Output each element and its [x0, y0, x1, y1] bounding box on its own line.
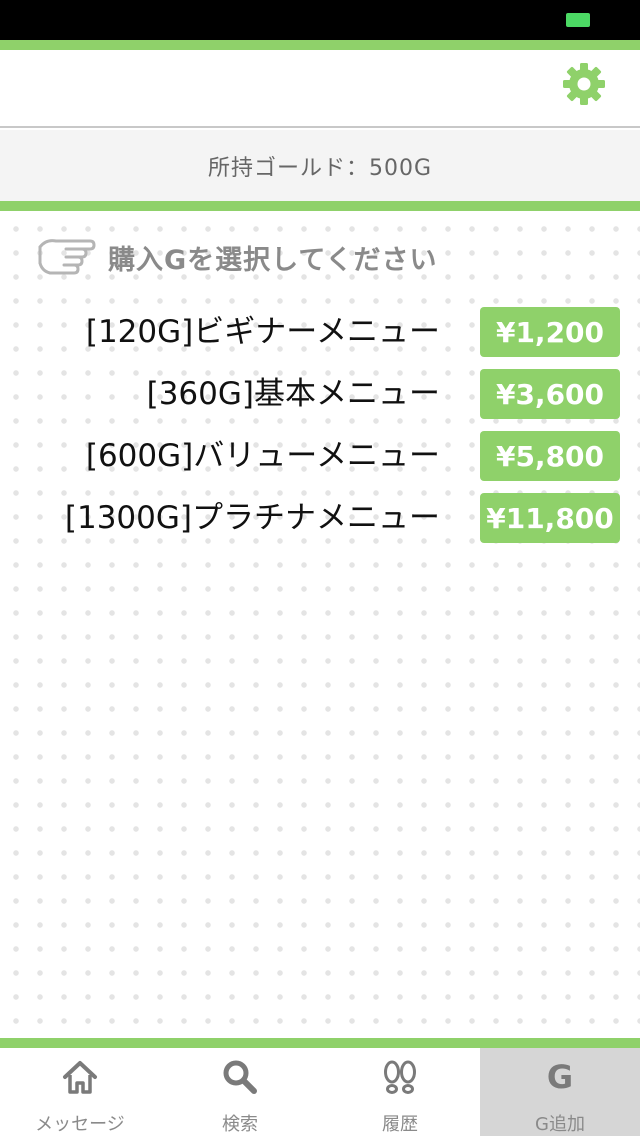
plan-row: [1300G]プラチナメニュー ¥11,800	[0, 493, 640, 543]
tab-history[interactable]: 履歴	[320, 1048, 480, 1136]
tab-search[interactable]: 検索	[160, 1048, 320, 1136]
plan-row: [120G]ビギナーメニュー ¥1,200	[0, 307, 640, 357]
status-bar	[0, 0, 640, 40]
tabbar-accent-line	[0, 1038, 640, 1048]
plan-name: [1300G]プラチナメニュー	[64, 500, 440, 536]
plan-row: [600G]バリューメニュー ¥5,800	[0, 431, 640, 481]
plan-name: [120G]ビギナーメニュー	[85, 314, 440, 350]
gold-balance-bar: 所持ゴールド：500G	[0, 130, 640, 201]
buy-120g-button[interactable]: ¥1,200	[480, 307, 620, 357]
battery-icon	[566, 13, 590, 27]
buy-1300g-button[interactable]: ¥11,800	[480, 493, 620, 543]
search-icon	[219, 1056, 261, 1098]
plan-row: [360G]基本メニュー ¥3,600	[0, 369, 640, 419]
plan-name: [600G]バリューメニュー	[85, 438, 440, 474]
g-icon-glyph: G	[546, 1058, 574, 1096]
tab-label: 履歴	[382, 1114, 418, 1135]
tab-label: メッセージ	[35, 1114, 125, 1135]
plan-name: [360G]基本メニュー	[146, 376, 440, 412]
g-icon: G	[539, 1056, 581, 1098]
tab-label: G追加	[535, 1114, 585, 1135]
gear-icon	[563, 63, 605, 105]
pointing-hand-icon	[38, 239, 96, 275]
purchase-panel: 購入Gを選択してください [120G]ビギナーメニュー ¥1,200 [360G…	[0, 211, 640, 1038]
tab-bar: メッセージ 検索 履歴 G G追加	[0, 1048, 640, 1136]
instruction-text: 購入Gを選択してください	[108, 244, 438, 276]
footprints-icon	[379, 1056, 421, 1098]
tab-label: 検索	[222, 1114, 258, 1135]
gold-balance-text: 所持ゴールド：500G	[207, 155, 433, 181]
tab-messages[interactable]: メッセージ	[0, 1048, 160, 1136]
buy-360g-button[interactable]: ¥3,600	[480, 369, 620, 419]
home-icon	[59, 1056, 101, 1098]
header-accent-line	[0, 40, 640, 50]
tab-add-gold[interactable]: G G追加	[480, 1048, 640, 1136]
section-accent-line	[0, 201, 640, 211]
nav-bar	[0, 50, 640, 128]
buy-600g-button[interactable]: ¥5,800	[480, 431, 620, 481]
settings-button[interactable]	[562, 62, 606, 106]
instruction: 購入Gを選択してください	[36, 233, 438, 281]
